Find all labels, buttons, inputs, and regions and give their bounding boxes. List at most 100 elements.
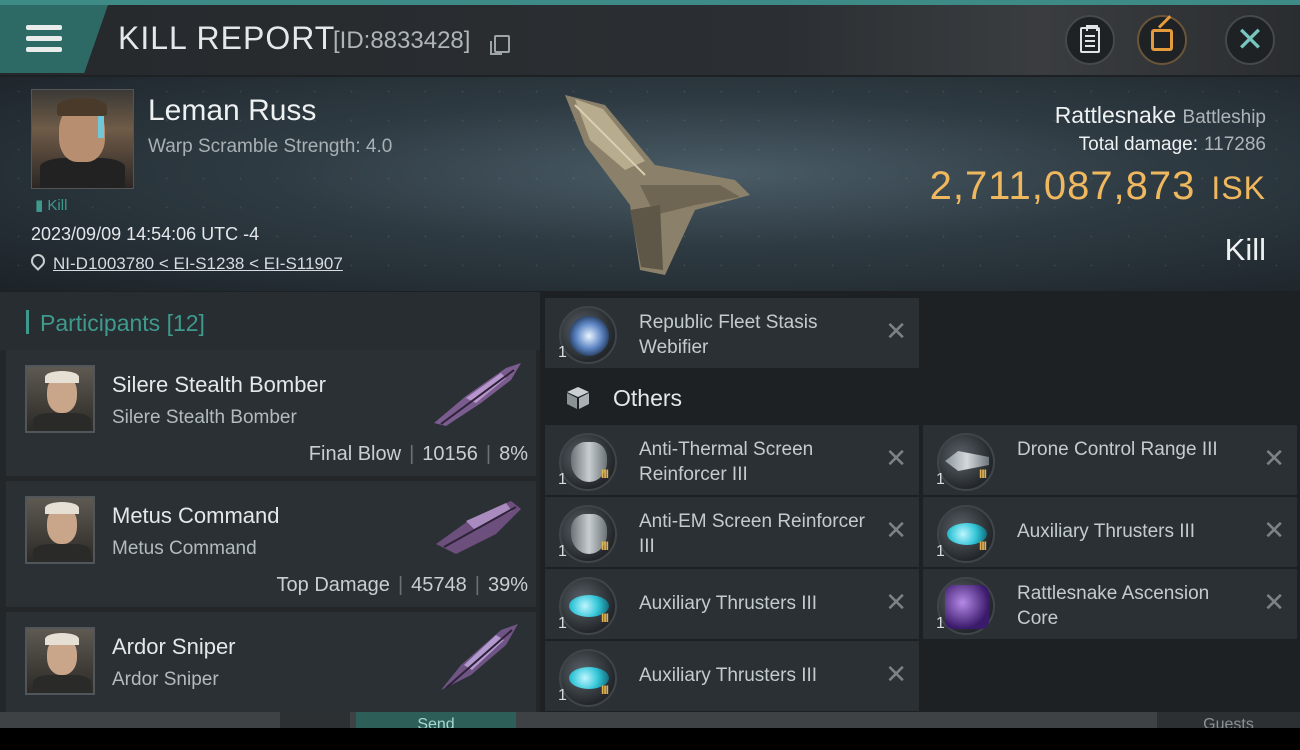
share-icon <box>1151 29 1173 51</box>
isk-amount: 2,711,087,873 <box>929 164 1196 208</box>
screen-bottom-bezel <box>0 728 1300 750</box>
module-quantity: 1 <box>936 471 945 488</box>
shield-rig-icon <box>559 433 617 491</box>
module-quantity: 1 <box>558 344 567 361</box>
kill-datetime: 2023/09/09 14:54:06 UTC -4 <box>31 224 260 244</box>
participant-row[interactable]: Ardor Sniper Ardor Sniper <box>6 612 536 728</box>
share-button[interactable] <box>1137 15 1187 65</box>
participant-stats: Final Blow | 10156 | 8% <box>308 443 528 465</box>
participant-ship-icon <box>434 363 521 426</box>
page-title: KILL REPORT <box>118 20 336 56</box>
module-quantity: 1 <box>936 615 945 632</box>
kill-report-window: KILL REPORT [ID:8833428] ✕ Leman Russ Wa… <box>0 0 1300 728</box>
participant-avatar[interactable] <box>25 365 95 433</box>
participant-ship-icon <box>441 624 518 690</box>
module-slot[interactable]: 1 III Auxiliary Thrusters III ✕ <box>923 497 1297 567</box>
module-name: Rattlesnake Ascension Core <box>1017 583 1210 629</box>
participant-name: Silere Stealth Bomber <box>112 372 326 397</box>
kill-tag-label: Kill <box>47 197 68 214</box>
module-quantity: 1 <box>558 471 567 488</box>
hamburger-icon <box>26 25 62 53</box>
total-damage-label: Total damage: <box>1078 134 1198 155</box>
isk-value: 2,711,087,873 ISK <box>930 164 1266 209</box>
remove-icon[interactable]: ✕ <box>1263 589 1285 615</box>
report-id: [ID:8833428] <box>333 27 471 54</box>
participant-percent: 8% <box>499 443 528 465</box>
participant-damage: 45748 <box>411 574 467 596</box>
module-slot[interactable]: 1 III Anti-Thermal Screen Reinforcer III… <box>545 425 919 495</box>
remove-icon[interactable]: ✕ <box>885 318 907 344</box>
close-icon: ✕ <box>1235 21 1265 59</box>
participant-ship: Metus Command <box>112 538 257 559</box>
clipboard-button[interactable] <box>1065 15 1115 65</box>
remove-icon[interactable]: ✕ <box>885 445 907 471</box>
module-name: Auxiliary Thrusters III <box>639 593 818 614</box>
module-tier: III <box>601 683 609 697</box>
participants-title: Participants <box>40 310 161 336</box>
participant-row[interactable]: Metus Command Metus Command Top Damage | 4… <box>6 481 536 607</box>
module-tier: III <box>601 539 609 553</box>
module-tier: III <box>601 467 609 481</box>
remove-icon[interactable]: ✕ <box>885 517 907 543</box>
stasis-webifier-icon <box>559 306 617 364</box>
module-slot[interactable]: 1 III Auxiliary Thrusters III ✕ <box>545 569 919 639</box>
module-quantity: 1 <box>558 543 567 560</box>
module-slot[interactable]: 1 III Anti-EM Screen Reinforcer III ✕ <box>545 497 919 567</box>
participant-tag: Top Damage <box>276 574 390 596</box>
remove-icon[interactable]: ✕ <box>1263 445 1285 471</box>
participants-header: Participants [12] <box>0 292 540 350</box>
participant-row[interactable]: Silere Stealth Bomber Silere Stealth Bom… <box>6 350 536 476</box>
location-link[interactable]: NI-D1003780 < EI-S1238 < EI-S11907 <box>53 254 343 274</box>
participant-avatar[interactable] <box>25 627 95 695</box>
module-quantity: 1 <box>558 615 567 632</box>
victim-ship-image <box>565 95 750 275</box>
module-slot[interactable]: 1 III Drone Control Range III ✕ <box>923 425 1297 495</box>
close-button[interactable]: ✕ <box>1225 15 1275 65</box>
module-name: Anti-EM Screen Reinforcer III <box>639 511 865 557</box>
module-name: Anti-Thermal Screen Reinforcer III <box>639 439 814 485</box>
isk-unit: ISK <box>1211 170 1266 206</box>
module-quantity: 1 <box>936 543 945 560</box>
thruster-rig-icon <box>559 577 617 635</box>
victim-avatar[interactable] <box>31 89 134 189</box>
remove-icon[interactable]: ✕ <box>885 589 907 615</box>
module-tier: III <box>979 467 987 481</box>
victim-ship-class: Battleship <box>1182 107 1266 128</box>
module-slot[interactable]: 1 Republic Fleet Stasis Webifier ✕ <box>545 298 919 368</box>
module-slot[interactable]: 1 III Auxiliary Thrusters III ✕ <box>545 641 919 711</box>
total-damage: Total damage: 117286 <box>1079 134 1266 156</box>
participant-ship: Silere Stealth Bomber <box>112 407 297 428</box>
others-title: Others <box>613 385 683 411</box>
module-name: Drone Control Range III <box>1017 439 1218 460</box>
participants-count: [12] <box>166 310 205 336</box>
module-name: Auxiliary Thrusters III <box>1017 521 1196 542</box>
warp-scramble-strength: Warp Scramble Strength: 4.0 <box>148 136 393 157</box>
victim-ship-type: Rattlesnake Battleship <box>1055 102 1266 129</box>
remove-icon[interactable]: ✕ <box>1263 517 1285 543</box>
module-tier: III <box>979 539 987 553</box>
thruster-rig-icon <box>937 505 995 563</box>
module-slot[interactable]: 1 Rattlesnake Ascension Core ✕ <box>923 569 1297 639</box>
module-name: Republic Fleet Stasis Webifier <box>639 312 818 358</box>
background-menu-button <box>280 712 350 728</box>
participant-percent: 39% <box>487 574 528 596</box>
kill-tag: ▮ Kill <box>35 197 68 214</box>
participant-avatar[interactable] <box>25 496 95 564</box>
result-label: Kill <box>1224 232 1266 267</box>
copy-icon[interactable] <box>490 35 510 55</box>
remove-icon[interactable]: ✕ <box>885 661 907 687</box>
participant-name: Metus Command <box>112 503 280 528</box>
participant-ship: Ardor Sniper <box>112 669 219 690</box>
cube-icon <box>567 387 589 409</box>
participant-ship-icon <box>436 501 521 554</box>
drone-rig-icon <box>937 433 995 491</box>
background-app-strip: Send Guests <box>0 712 1300 728</box>
participant-name: Ardor Sniper <box>112 634 236 659</box>
module-name: Auxiliary Thrusters III <box>639 665 818 686</box>
victim-pilot-name[interactable]: Leman Russ <box>148 94 316 128</box>
participants-panel: Participants [12] Silere Stealth Bomber … <box>0 292 540 728</box>
participant-damage: 10156 <box>422 443 478 465</box>
module-quantity: 1 <box>558 687 567 704</box>
victim-ship-name[interactable]: Rattlesnake <box>1055 102 1176 128</box>
background-send-button: Send <box>356 712 516 728</box>
